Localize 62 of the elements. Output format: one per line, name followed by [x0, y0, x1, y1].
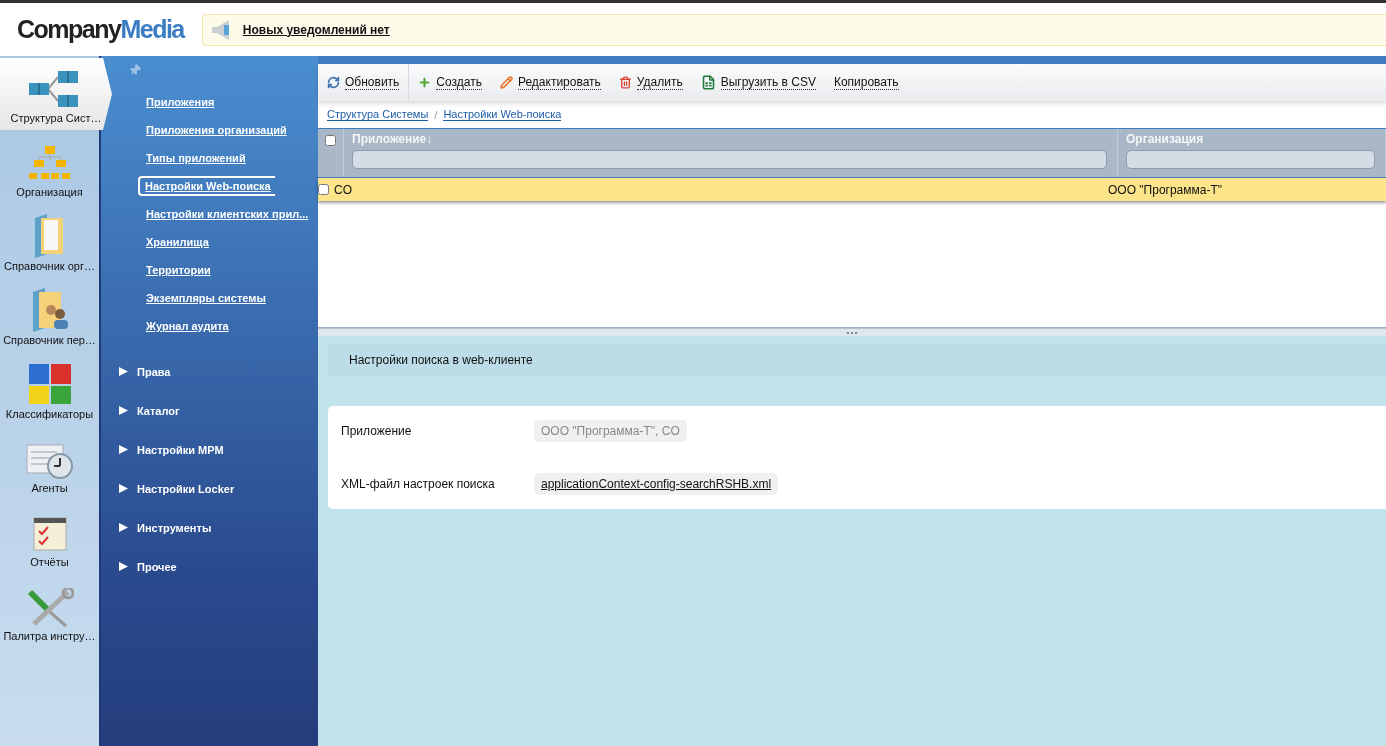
nav-section[interactable]: Настройки MPM [119, 430, 318, 469]
splitter-handle[interactable] [318, 328, 1386, 336]
module-tab[interactable]: Палитра инстру… [0, 574, 99, 648]
nav-section[interactable]: Права [119, 352, 318, 391]
module-tab[interactable]: Отчёты [0, 500, 99, 574]
expand-arrow-icon [119, 523, 128, 532]
expand-arrow-icon [119, 484, 128, 493]
nav-link[interactable]: Экземпляры системы [139, 288, 273, 308]
breadcrumb-link[interactable]: Структура Системы [327, 108, 429, 121]
toolbar-button[interactable]: Редактировать [490, 64, 610, 101]
notification-link[interactable]: Новых уведомлений нет [242, 22, 390, 37]
toolbar-button[interactable]: Выгрузить в CSV [691, 64, 825, 101]
nav-section[interactable]: Каталог [119, 391, 318, 430]
detail-title: Настройки поиска в web-клиенте [328, 344, 1386, 376]
breadcrumb-separator: / [434, 108, 438, 121]
refresh-icon [327, 76, 340, 89]
nav-link[interactable]: Настройки Web-поиска [138, 176, 275, 196]
module-tab[interactable]: Справочник пер… [0, 278, 99, 352]
module-tab[interactable]: Организация [0, 130, 99, 204]
spreadsheet-icon [700, 75, 716, 90]
toolbar-button[interactable]: Обновить [318, 64, 410, 101]
module-tab[interactable]: Структура Сист… [0, 58, 112, 130]
table-row[interactable]: CO ООО "Программа-Т" [329, 178, 1386, 201]
nav-link[interactable]: Настройки клиентских прил... [139, 204, 316, 224]
nav-section[interactable]: Настройки Locker [119, 469, 318, 508]
nav-link[interactable]: Типы приложений [139, 148, 253, 168]
toolbar-button[interactable]: Создать [409, 64, 491, 101]
breadcrumb-link[interactable]: Настройки Web-поиска [443, 108, 562, 121]
nav-link[interactable]: Хранилища [139, 232, 216, 252]
module-tab[interactable]: Агенты [0, 426, 99, 500]
pencil-icon [499, 76, 513, 89]
nav-link[interactable]: Журнал аудита [139, 316, 236, 336]
expand-arrow-icon [119, 367, 128, 376]
table-cell-text: CO [333, 182, 353, 197]
row-checkbox[interactable] [318, 184, 329, 195]
field-label: XML-файл настроек поиска [341, 477, 496, 491]
module-tab[interactable]: Классификаторы [0, 352, 99, 426]
select-all-checkbox[interactable] [325, 135, 336, 146]
nav-link[interactable]: Приложения организаций [139, 120, 294, 140]
nav-section[interactable]: Прочее [119, 547, 318, 586]
readonly-field: ООО "Программа-Т", CO [534, 420, 687, 442]
trash-icon [618, 76, 632, 89]
expand-arrow-icon [119, 406, 128, 415]
column-filter-field[interactable] [352, 150, 1107, 169]
tools-icon [25, 588, 74, 628]
column-filter-field[interactable] [1126, 150, 1375, 169]
table-cell-text: ООО "Программа-Т" [1107, 182, 1224, 197]
folder-people-icon [30, 288, 69, 332]
company-logo: CompanyMedia [17, 15, 184, 44]
clock-icon [25, 444, 74, 480]
toolbar-button[interactable]: Удалить [609, 64, 692, 101]
nav-section[interactable]: Инструменты [119, 508, 318, 547]
field-label: Приложение [341, 424, 413, 438]
file-link[interactable]: applicationContext-config-searchRSHB.xml [534, 473, 779, 495]
nav-link[interactable]: Территории [139, 260, 218, 280]
nav-link[interactable]: Приложения [139, 92, 222, 112]
toolbar-button[interactable]: Копировать [824, 64, 908, 101]
expand-arrow-icon [119, 445, 128, 454]
plus-icon [418, 76, 432, 89]
expand-arrow-icon [119, 562, 128, 571]
module-tab[interactable]: Справочник орг… [0, 204, 99, 278]
puzzle-icon [26, 362, 73, 406]
